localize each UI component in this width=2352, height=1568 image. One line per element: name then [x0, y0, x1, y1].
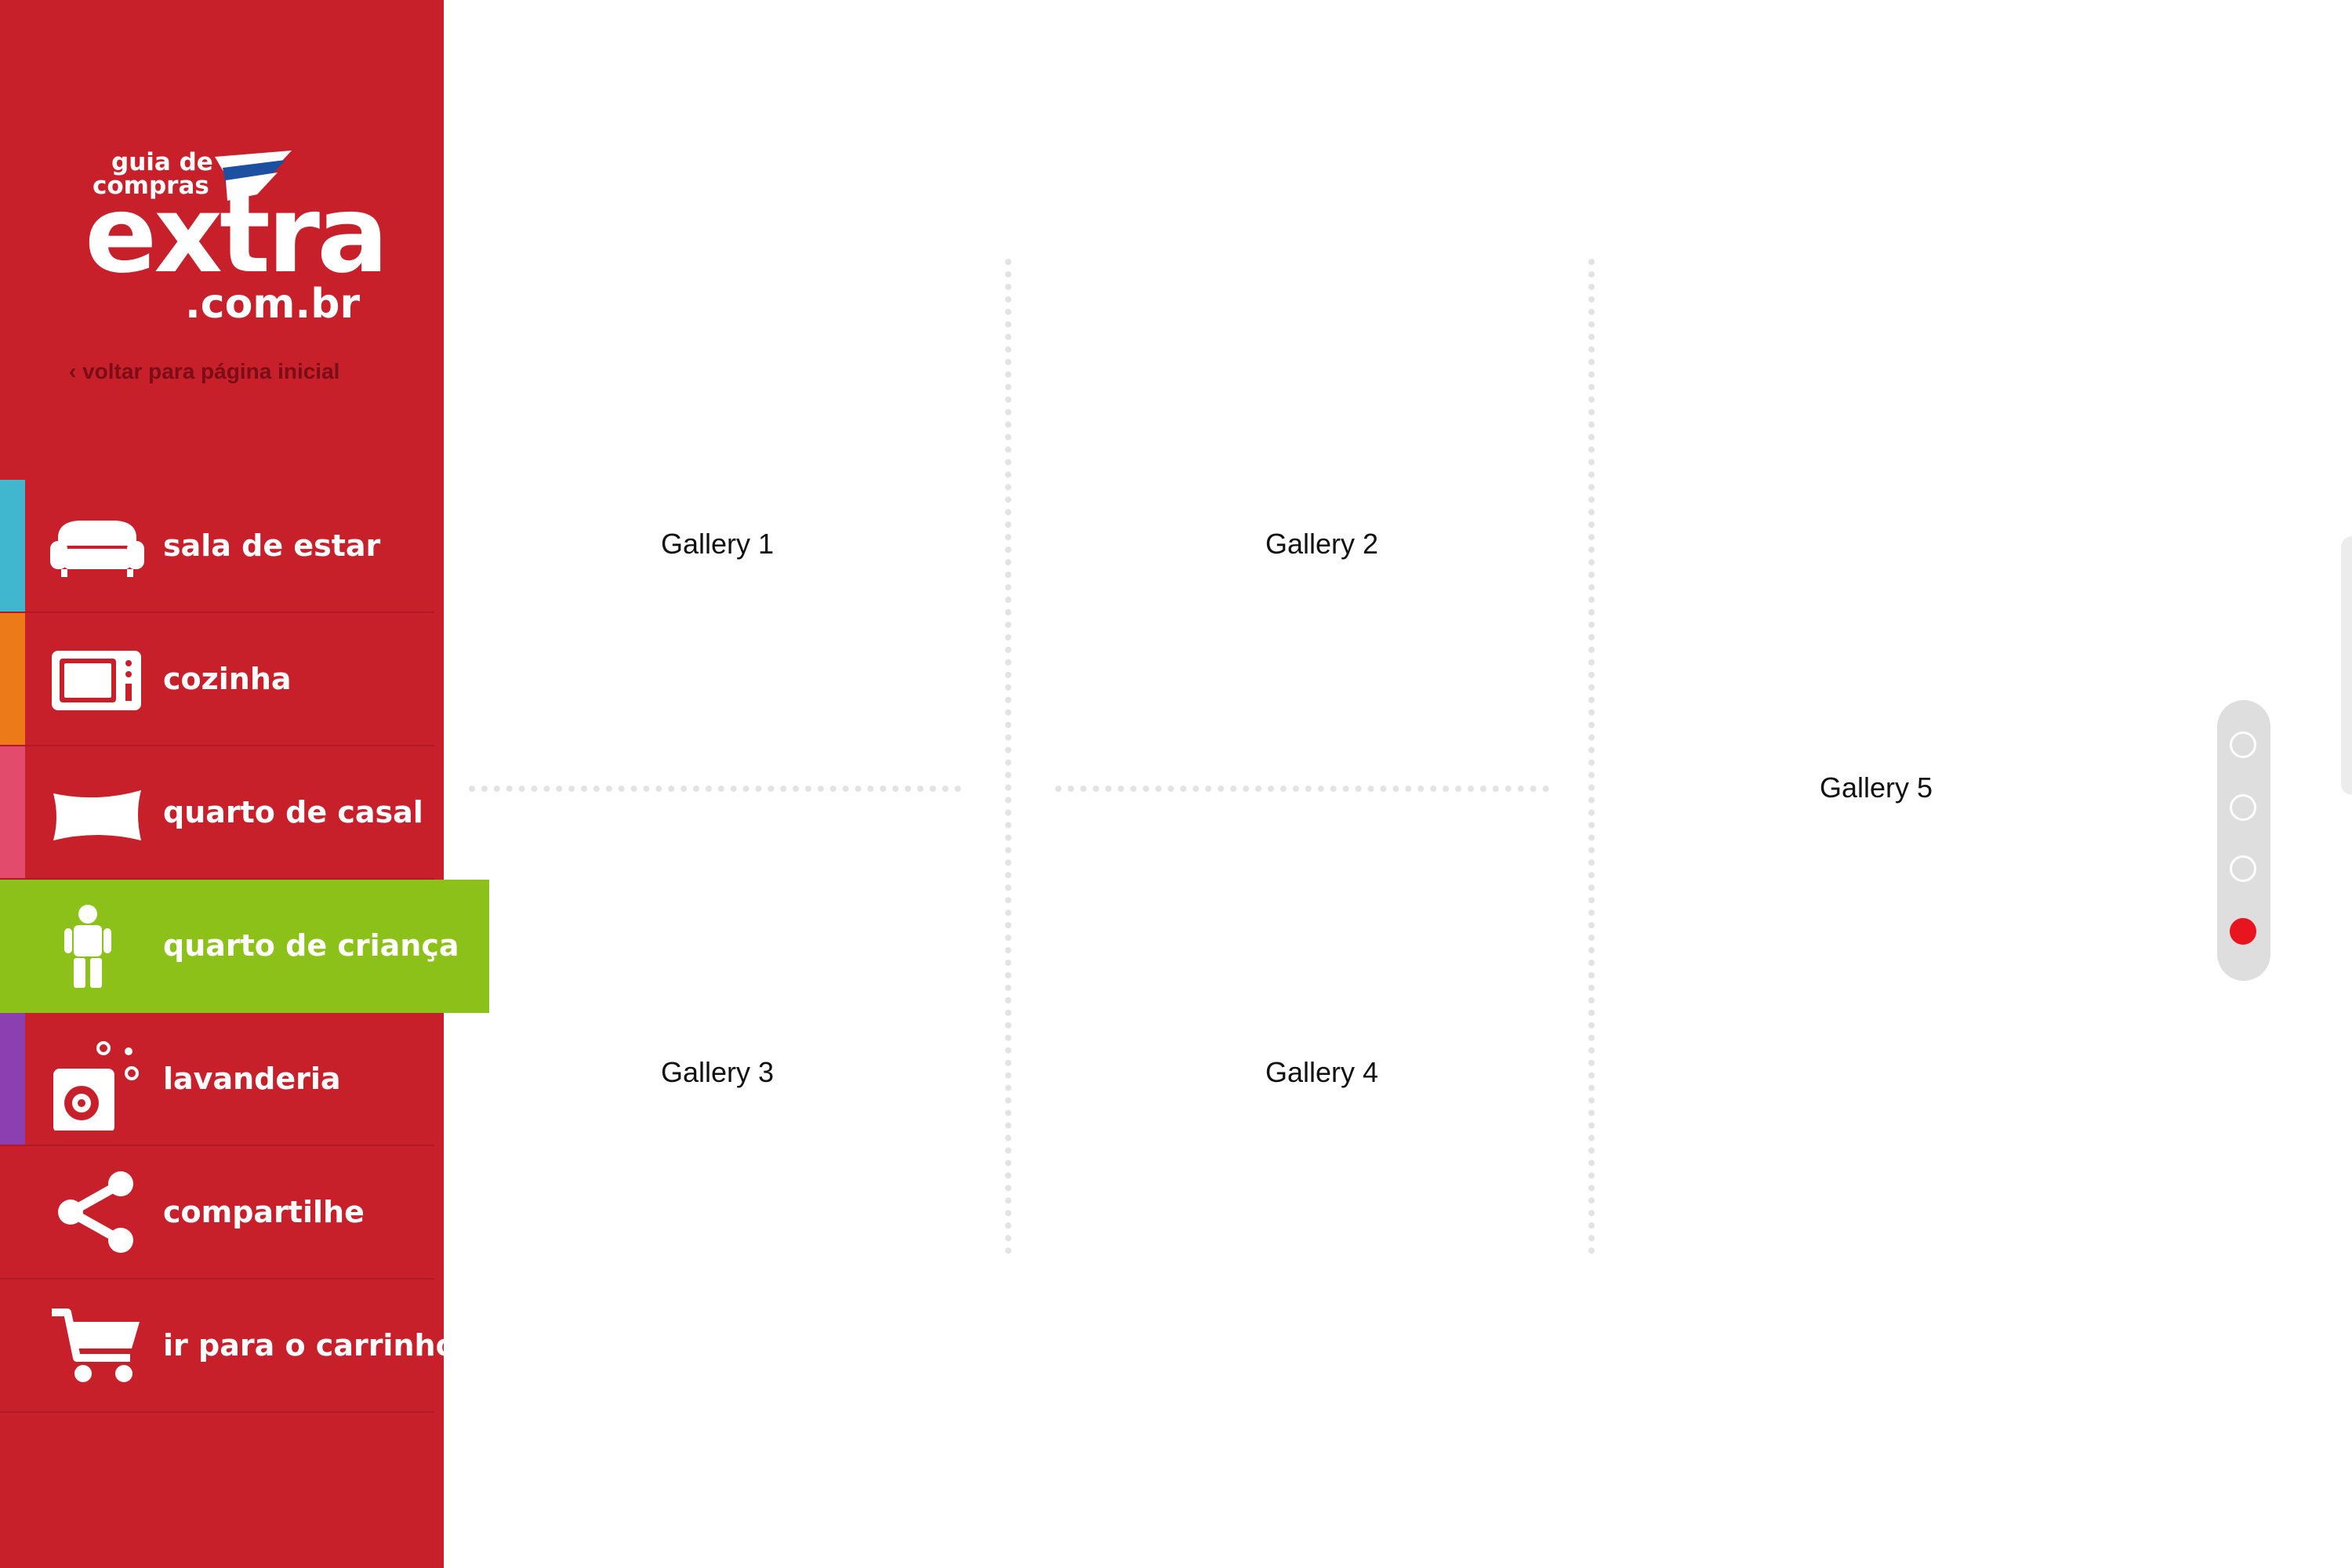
- accent-bar: [0, 480, 25, 612]
- page-indicator: [2217, 700, 2270, 981]
- gallery-2[interactable]: Gallery 2: [1265, 528, 1378, 561]
- sofa-icon: [50, 521, 144, 577]
- logo-domain: .com.br: [185, 281, 361, 328]
- page-dot-3[interactable]: [2230, 855, 2256, 882]
- nav-item-label: quarto de casal: [163, 795, 423, 829]
- child-figure-icon: [64, 905, 111, 988]
- grid-divider: [469, 786, 961, 792]
- nav-item-compartilhe[interactable]: compartilhe: [0, 1146, 434, 1279]
- nav-item-label: lavanderia: [163, 1062, 341, 1096]
- page-dot-2[interactable]: [2230, 794, 2256, 821]
- nav-item-lavanderia[interactable]: lavanderia: [0, 1013, 434, 1146]
- logo[interactable]: guia de compras extra .com.br ‹ voltar p…: [0, 0, 444, 470]
- sidebar: guia de compras extra .com.br ‹ voltar p…: [0, 0, 489, 1568]
- nav-item-label: quarto de criança: [163, 928, 459, 963]
- nav-item-label: compartilhe: [163, 1195, 365, 1229]
- accent-bar: [0, 613, 25, 745]
- nav-item-label: cozinha: [163, 662, 292, 696]
- nav-item-cozinha[interactable]: cozinha: [0, 613, 434, 746]
- nav-item-label: ir para o carrinho: [163, 1328, 456, 1363]
- gallery-5[interactable]: Gallery 5: [1820, 771, 1933, 804]
- share-icon: [58, 1171, 133, 1253]
- accent-bar: [0, 746, 25, 878]
- nav-item-quarto-de-casal[interactable]: quarto de casal: [0, 746, 434, 880]
- gallery-1[interactable]: Gallery 1: [661, 528, 774, 561]
- grid-divider: [1005, 259, 1011, 1254]
- gallery-3[interactable]: Gallery 3: [661, 1056, 774, 1089]
- pillow-icon: [53, 790, 141, 840]
- logo-wordmark: extra: [85, 173, 389, 297]
- back-to-home-link[interactable]: ‹ voltar para página inicial: [69, 359, 339, 384]
- grid-divider: [1588, 259, 1595, 1254]
- microwave-icon: [52, 651, 141, 710]
- edge-drawer-handle[interactable]: [2341, 536, 2352, 795]
- category-nav: sala de estar cozinha quarto de casal qu…: [0, 480, 489, 1413]
- nav-item-carrinho[interactable]: ir para o carrinho: [0, 1279, 456, 1413]
- gallery-4[interactable]: Gallery 4: [1265, 1056, 1378, 1089]
- nav-item-label: sala de estar: [163, 528, 381, 563]
- cart-icon: [52, 1308, 140, 1382]
- grid-divider: [1055, 786, 1549, 792]
- page-dot-4[interactable]: [2230, 918, 2256, 945]
- nav-item-sala-de-estar[interactable]: sala de estar: [0, 480, 434, 613]
- nav-item-quarto-de-crianca[interactable]: quarto de criança: [0, 880, 489, 1013]
- page-dot-1[interactable]: [2230, 731, 2256, 758]
- washing-machine-icon: [53, 1041, 139, 1131]
- accent-bar: [0, 1013, 25, 1145]
